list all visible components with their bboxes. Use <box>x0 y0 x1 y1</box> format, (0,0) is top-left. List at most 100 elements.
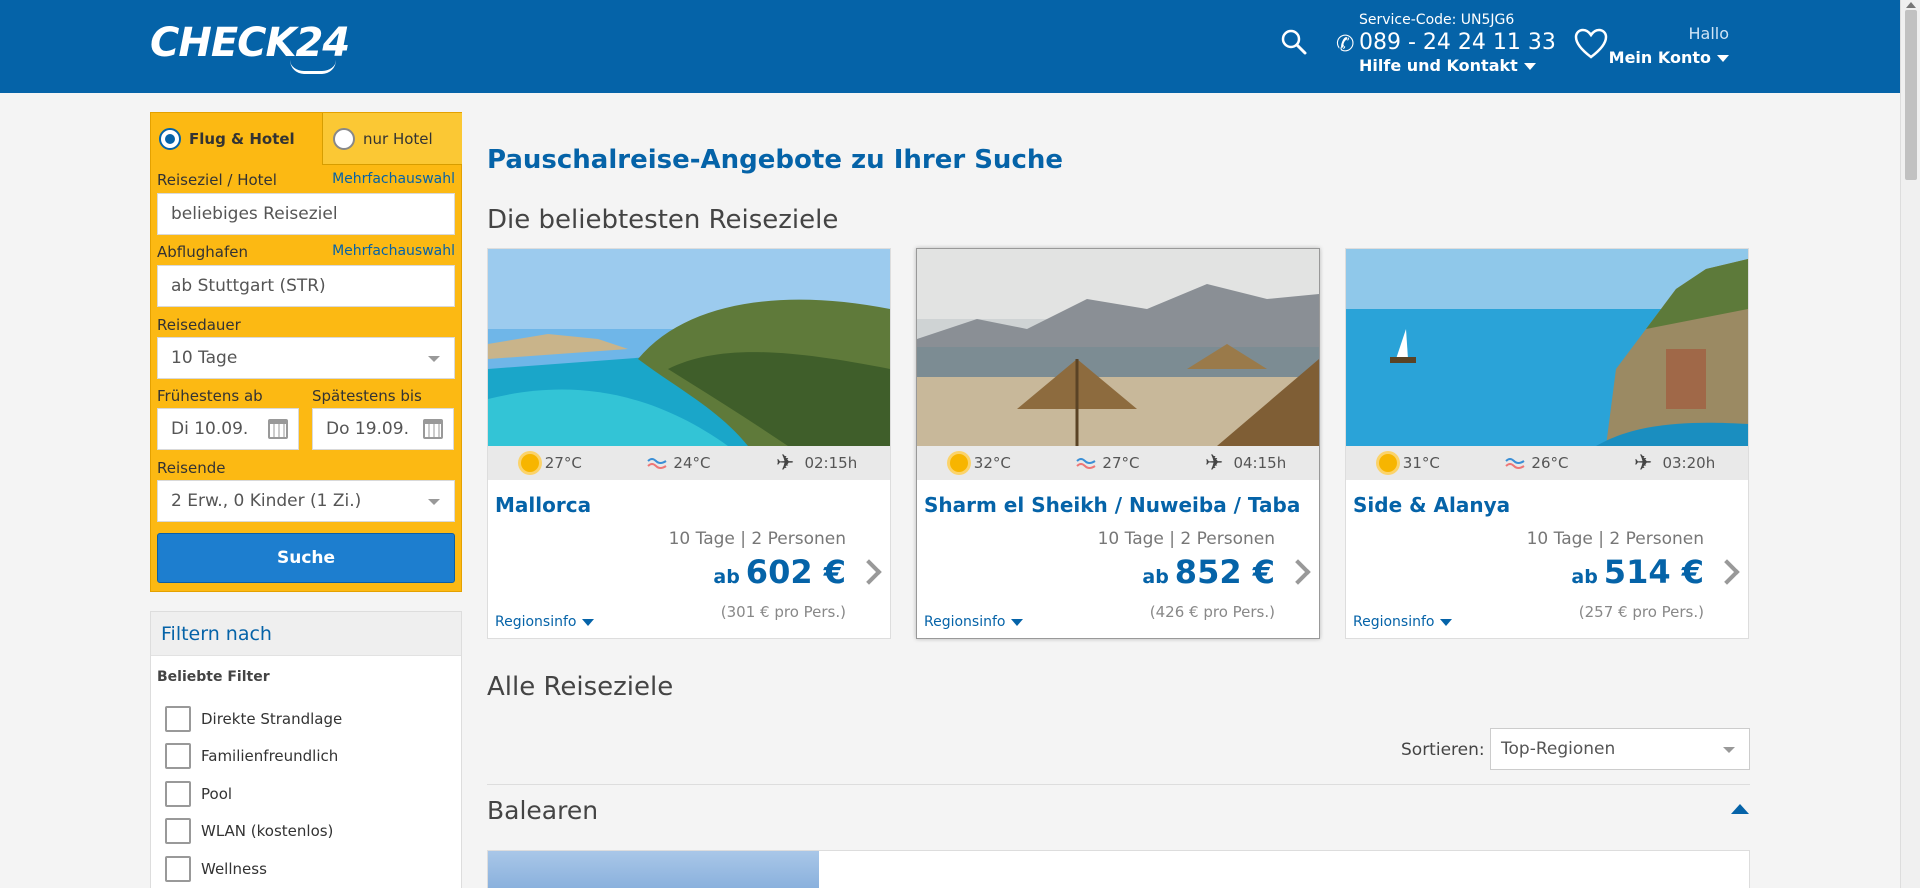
flight-time-value: 03:20h <box>1662 454 1716 472</box>
chevron-down-icon <box>428 499 440 505</box>
region-info-link[interactable]: Regionsinfo <box>924 614 1024 630</box>
phone-icon: ✆ <box>1336 32 1355 57</box>
trip-duration: 10 Tage | 2 Personen <box>1097 529 1275 549</box>
trip-duration: 10 Tage | 2 Personen <box>668 529 846 549</box>
radio-flight-hotel[interactable] <box>159 128 181 150</box>
filter-family-friendly[interactable]: Familienfreundlich <box>165 743 338 769</box>
checkbox[interactable] <box>165 781 191 807</box>
filter-title: Filtern nach <box>151 612 461 656</box>
chevron-right-icon[interactable] <box>856 559 882 585</box>
duration-select[interactable]: 10 Tage <box>157 337 455 379</box>
filter-wifi-free[interactable]: WLAN (kostenlos) <box>165 818 333 844</box>
region-info-label: Regionsinfo <box>495 614 577 630</box>
checkbox[interactable] <box>165 743 191 769</box>
phone-number[interactable]: 089 - 24 24 11 33 <box>1359 30 1556 55</box>
sun-icon <box>1378 454 1397 472</box>
tab-flight-hotel-label: Flug & Hotel <box>189 130 295 148</box>
airport-input[interactable]: ab Stuttgart (STR) <box>157 265 455 307</box>
price-value: 514 € <box>1603 553 1704 591</box>
travelers-label: Reisende <box>157 459 226 477</box>
scroll-up-arrow-icon[interactable] <box>1906 2 1916 8</box>
chevron-right-icon[interactable] <box>1285 559 1311 585</box>
latest-date-input[interactable]: Do 19.09. <box>312 408 454 450</box>
heart-icon[interactable] <box>1574 28 1608 60</box>
water-icon <box>1076 458 1096 469</box>
tab-flight-hotel[interactable]: Flug & Hotel <box>151 113 323 165</box>
filter-wellness[interactable]: Wellness <box>165 856 267 882</box>
checkbox[interactable] <box>165 856 191 882</box>
search-icon[interactable] <box>1280 28 1308 56</box>
search-button[interactable]: Suche <box>157 533 455 583</box>
help-contact-menu[interactable]: Hilfe und Kontakt <box>1359 56 1536 75</box>
destination-card-sharm-el-sheikh[interactable]: 32°C 27°C ✈ 04:15h Sharm el Sheikh / Nuwe… <box>916 248 1320 639</box>
filter-label: Wellness <box>201 860 267 878</box>
water-temp-value: 26°C <box>1531 454 1569 472</box>
filter-pool[interactable]: Pool <box>165 781 232 807</box>
filter-label: Pool <box>201 785 233 803</box>
help-contact-label: Hilfe und Kontakt <box>1359 56 1518 75</box>
region-card[interactable] <box>487 850 1750 888</box>
flight-time-value: 02:15h <box>804 454 858 472</box>
account-menu[interactable]: Mein Konto <box>1609 48 1729 67</box>
sort-value: Top-Regionen <box>1501 739 1616 759</box>
air-temp-value: 27°C <box>544 454 582 472</box>
latest-date-label: Spätestens bis <box>312 387 422 405</box>
checkbox[interactable] <box>165 818 191 844</box>
travelers-select[interactable]: 2 Erw., 0 Kinder (1 Zi.) <box>157 480 455 522</box>
all-destinations-title: Alle Reiseziele <box>487 672 674 702</box>
tab-hotel-only[interactable]: nur Hotel <box>323 113 462 165</box>
greeting: Hallo <box>1688 24 1729 43</box>
region-image <box>488 851 819 888</box>
radio-hotel-only[interactable] <box>333 127 355 150</box>
destination-image <box>488 249 890 446</box>
destination-name[interactable]: Sharm el Sheikh / Nuweiba / Taba <box>924 493 1300 517</box>
destination-input[interactable]: beliebiges Reiseziel <box>157 193 455 235</box>
travelers-value: 2 Erw., 0 Kinder (1 Zi.) <box>171 491 362 511</box>
destination-name[interactable]: Side & Alanya <box>1353 493 1510 517</box>
price: ab 602 € <box>713 553 846 591</box>
destination-card-mallorca[interactable]: 27°C 24°C ✈ 02:15h Mallorca 10 Tage | 2 P… <box>487 248 891 639</box>
sort-label: Sortieren: <box>1401 740 1485 760</box>
region-info-label: Regionsinfo <box>924 614 1006 630</box>
region-section-title[interactable]: Balearen <box>487 796 598 825</box>
chevron-right-icon[interactable] <box>1714 559 1740 585</box>
page-scrollbar[interactable] <box>1900 0 1920 888</box>
sun-icon <box>520 454 539 472</box>
calendar-icon[interactable] <box>423 419 443 439</box>
weather-bar: 27°C 24°C ✈ 02:15h <box>488 446 890 480</box>
sort-select[interactable]: Top-Regionen <box>1490 728 1750 770</box>
filter-panel: Filtern nach Beliebte Filter Direkte Str… <box>150 611 462 888</box>
airport-multi-select-link[interactable]: Mehrfachauswahl <box>332 243 455 259</box>
flight-time: ✈ 03:20h <box>1634 451 1715 476</box>
duration-value: 10 Tage <box>171 348 238 368</box>
scroll-thumb[interactable] <box>1905 10 1917 180</box>
chevron-down-icon <box>582 618 595 626</box>
price: ab 852 € <box>1142 553 1275 591</box>
filter-direct-beach[interactable]: Direkte Strandlage <box>165 706 342 732</box>
chevron-up-icon[interactable] <box>1731 804 1749 814</box>
page-title: Pauschalreise-Angebote zu Ihrer Suche <box>487 145 1063 175</box>
destination-image <box>1346 249 1748 446</box>
plane-icon: ✈ <box>776 450 795 476</box>
water-temp-value: 24°C <box>673 454 711 472</box>
price-prefix: ab <box>713 566 740 588</box>
water-temperature: 24°C <box>647 454 710 472</box>
trip-duration: 10 Tage | 2 Personen <box>1526 529 1704 549</box>
calendar-icon[interactable] <box>268 419 288 439</box>
chevron-down-icon <box>1523 63 1536 70</box>
region-info-label: Regionsinfo <box>1353 614 1435 630</box>
destination-card-side-alanya[interactable]: 31°C 26°C ✈ 03:20h Side & Alanya 10 Tage … <box>1345 248 1749 639</box>
water-temp-value: 27°C <box>1102 454 1140 472</box>
region-info-link[interactable]: Regionsinfo <box>1353 614 1453 630</box>
region-info-link[interactable]: Regionsinfo <box>495 614 595 630</box>
plane-icon: ✈ <box>1205 450 1224 476</box>
chevron-down-icon <box>1723 747 1735 753</box>
destination-name[interactable]: Mallorca <box>495 493 591 517</box>
checkbox[interactable] <box>165 706 191 732</box>
top-header: CHECK24 ✆ Service-Code: UN5JG6 089 - 24 … <box>0 0 1900 93</box>
price-value: 602 € <box>745 553 846 591</box>
earliest-date-input[interactable]: Di 10.09. <box>157 408 299 450</box>
price-per-person: (257 € pro Pers.) <box>1578 603 1704 621</box>
filter-label: Familienfreundlich <box>201 747 339 765</box>
destination-multi-select-link[interactable]: Mehrfachauswahl <box>332 171 455 187</box>
